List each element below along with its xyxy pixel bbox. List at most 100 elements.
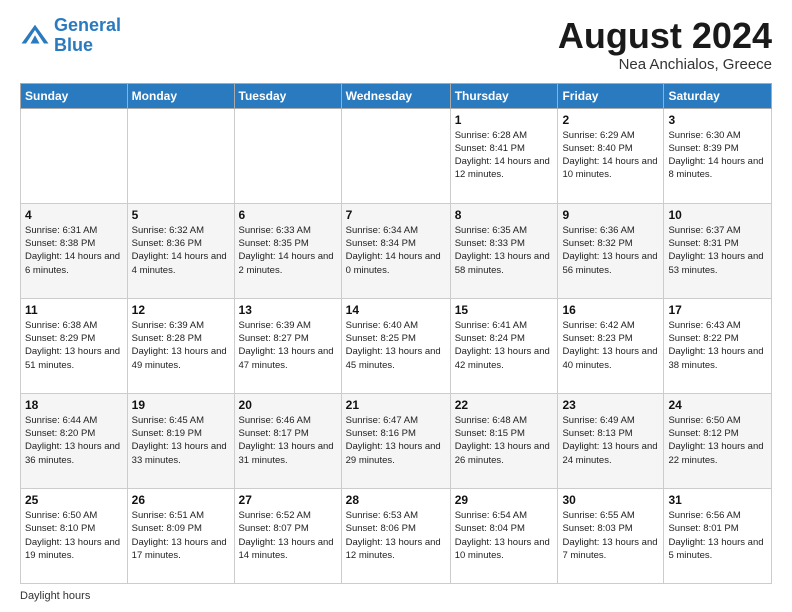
day-info: Sunrise: 6:39 AMSunset: 8:27 PMDaylight:…	[239, 319, 337, 372]
day-info: Sunrise: 6:50 AMSunset: 8:10 PMDaylight:…	[25, 509, 123, 562]
calendar-week-1: 1 Sunrise: 6:28 AMSunset: 8:41 PMDaylight…	[21, 108, 772, 203]
day-info: Sunrise: 6:36 AMSunset: 8:32 PMDaylight:…	[562, 224, 659, 277]
day-number: 16	[562, 303, 659, 317]
header: General Blue August 2024 Nea Anchialos, …	[20, 16, 772, 73]
calendar-cell: 20 Sunrise: 6:46 AMSunset: 8:17 PMDayligh…	[234, 393, 341, 488]
calendar-week-2: 4 Sunrise: 6:31 AMSunset: 8:38 PMDaylight…	[21, 203, 772, 298]
day-info: Sunrise: 6:40 AMSunset: 8:25 PMDaylight:…	[346, 319, 446, 372]
calendar-cell: 10 Sunrise: 6:37 AMSunset: 8:31 PMDayligh…	[664, 203, 772, 298]
calendar-cell: 6Sunrise: 6:33 AMSunset: 8:35 PMDaylight…	[234, 203, 341, 298]
day-number: 27	[239, 493, 337, 507]
day-number: 15	[455, 303, 554, 317]
calendar-cell: 2 Sunrise: 6:29 AMSunset: 8:40 PMDaylight…	[558, 108, 664, 203]
calendar-table: SundayMondayTuesdayWednesdayThursdayFrid…	[20, 83, 772, 584]
day-info: Sunrise: 6:35 AMSunset: 8:33 PMDaylight:…	[455, 224, 554, 277]
day-number: 21	[346, 398, 446, 412]
day-number: 20	[239, 398, 337, 412]
day-number: 12	[132, 303, 230, 317]
footer: Daylight hours	[20, 590, 772, 602]
calendar-cell: 21 Sunrise: 6:47 AMSunset: 8:16 PMDayligh…	[341, 393, 450, 488]
day-number: 22	[455, 398, 554, 412]
day-info: Sunrise: 6:34 AMSunset: 8:34 PMDaylight:…	[346, 224, 446, 277]
day-info: Sunrise: 6:31 AMSunset: 8:38 PMDaylight:…	[25, 224, 123, 277]
day-number: 4	[25, 208, 123, 222]
calendar-cell: 3 Sunrise: 6:30 AMSunset: 8:39 PMDaylight…	[664, 108, 772, 203]
day-number: 18	[25, 398, 123, 412]
calendar-cell: 14 Sunrise: 6:40 AMSunset: 8:25 PMDayligh…	[341, 298, 450, 393]
day-info: Sunrise: 6:39 AMSunset: 8:28 PMDaylight:…	[132, 319, 230, 372]
col-header-friday: Friday	[558, 83, 664, 108]
col-header-saturday: Saturday	[664, 83, 772, 108]
col-header-thursday: Thursday	[450, 83, 558, 108]
day-number: 7	[346, 208, 446, 222]
day-number: 29	[455, 493, 554, 507]
day-info: Sunrise: 6:43 AMSunset: 8:22 PMDaylight:…	[668, 319, 767, 372]
calendar-cell	[341, 108, 450, 203]
day-info: Sunrise: 6:28 AMSunset: 8:41 PMDaylight:…	[455, 129, 554, 182]
day-info: Sunrise: 6:56 AMSunset: 8:01 PMDaylight:…	[668, 509, 767, 562]
calendar-cell: 11Sunrise: 6:38 AMSunset: 8:29 PMDayligh…	[21, 298, 128, 393]
logo: General Blue	[20, 16, 121, 56]
calendar-cell	[21, 108, 128, 203]
calendar-cell: 31 Sunrise: 6:56 AMSunset: 8:01 PMDayligh…	[664, 488, 772, 583]
day-number: 24	[668, 398, 767, 412]
calendar-cell: 26Sunrise: 6:51 AMSunset: 8:09 PMDayligh…	[127, 488, 234, 583]
calendar-cell: 25Sunrise: 6:50 AMSunset: 8:10 PMDayligh…	[21, 488, 128, 583]
day-info: Sunrise: 6:53 AMSunset: 8:06 PMDaylight:…	[346, 509, 446, 562]
col-header-monday: Monday	[127, 83, 234, 108]
day-number: 28	[346, 493, 446, 507]
calendar-cell: 29 Sunrise: 6:54 AMSunset: 8:04 PMDayligh…	[450, 488, 558, 583]
day-number: 9	[562, 208, 659, 222]
day-number: 10	[668, 208, 767, 222]
day-info: Sunrise: 6:33 AMSunset: 8:35 PMDaylight:…	[239, 224, 337, 277]
calendar-cell: 1 Sunrise: 6:28 AMSunset: 8:41 PMDaylight…	[450, 108, 558, 203]
day-info: Sunrise: 6:44 AMSunset: 8:20 PMDaylight:…	[25, 414, 123, 467]
calendar-cell: 17Sunrise: 6:43 AMSunset: 8:22 PMDayligh…	[664, 298, 772, 393]
calendar-cell	[127, 108, 234, 203]
subtitle: Nea Anchialos, Greece	[558, 56, 772, 73]
day-info: Sunrise: 6:29 AMSunset: 8:40 PMDaylight:…	[562, 129, 659, 182]
day-number: 5	[132, 208, 230, 222]
calendar-week-3: 11Sunrise: 6:38 AMSunset: 8:29 PMDayligh…	[21, 298, 772, 393]
day-number: 8	[455, 208, 554, 222]
calendar-cell: 30Sunrise: 6:55 AMSunset: 8:03 PMDayligh…	[558, 488, 664, 583]
logo-text: General Blue	[54, 16, 121, 56]
day-info: Sunrise: 6:50 AMSunset: 8:12 PMDaylight:…	[668, 414, 767, 467]
day-info: Sunrise: 6:41 AMSunset: 8:24 PMDaylight:…	[455, 319, 554, 372]
logo-icon	[20, 21, 50, 51]
page: General Blue August 2024 Nea Anchialos, …	[0, 0, 792, 612]
calendar-cell: 28 Sunrise: 6:53 AMSunset: 8:06 PMDayligh…	[341, 488, 450, 583]
day-number: 3	[668, 113, 767, 127]
calendar-cell: 27Sunrise: 6:52 AMSunset: 8:07 PMDayligh…	[234, 488, 341, 583]
calendar-cell: 13Sunrise: 6:39 AMSunset: 8:27 PMDayligh…	[234, 298, 341, 393]
day-info: Sunrise: 6:42 AMSunset: 8:23 PMDaylight:…	[562, 319, 659, 372]
col-header-tuesday: Tuesday	[234, 83, 341, 108]
calendar-cell: 15 Sunrise: 6:41 AMSunset: 8:24 PMDayligh…	[450, 298, 558, 393]
day-info: Sunrise: 6:45 AMSunset: 8:19 PMDaylight:…	[132, 414, 230, 467]
day-info: Sunrise: 6:48 AMSunset: 8:15 PMDaylight:…	[455, 414, 554, 467]
calendar-cell: 19Sunrise: 6:45 AMSunset: 8:19 PMDayligh…	[127, 393, 234, 488]
day-info: Sunrise: 6:47 AMSunset: 8:16 PMDaylight:…	[346, 414, 446, 467]
day-info: Sunrise: 6:30 AMSunset: 8:39 PMDaylight:…	[668, 129, 767, 182]
calendar-week-4: 18 Sunrise: 6:44 AMSunset: 8:20 PMDayligh…	[21, 393, 772, 488]
day-info: Sunrise: 6:54 AMSunset: 8:04 PMDaylight:…	[455, 509, 554, 562]
day-info: Sunrise: 6:37 AMSunset: 8:31 PMDaylight:…	[668, 224, 767, 277]
calendar-cell: 18 Sunrise: 6:44 AMSunset: 8:20 PMDayligh…	[21, 393, 128, 488]
day-number: 30	[562, 493, 659, 507]
logo-line2: Blue	[54, 35, 93, 55]
calendar-cell: 23Sunrise: 6:49 AMSunset: 8:13 PMDayligh…	[558, 393, 664, 488]
calendar-cell	[234, 108, 341, 203]
day-number: 1	[455, 113, 554, 127]
day-number: 2	[562, 113, 659, 127]
day-info: Sunrise: 6:49 AMSunset: 8:13 PMDaylight:…	[562, 414, 659, 467]
day-number: 31	[668, 493, 767, 507]
day-info: Sunrise: 6:32 AMSunset: 8:36 PMDaylight:…	[132, 224, 230, 277]
day-number: 14	[346, 303, 446, 317]
day-info: Sunrise: 6:51 AMSunset: 8:09 PMDaylight:…	[132, 509, 230, 562]
calendar-cell: 9 Sunrise: 6:36 AMSunset: 8:32 PMDaylight…	[558, 203, 664, 298]
day-number: 11	[25, 303, 123, 317]
footer-label: Daylight hours	[20, 590, 90, 602]
logo-line1: General	[54, 15, 121, 35]
day-info: Sunrise: 6:46 AMSunset: 8:17 PMDaylight:…	[239, 414, 337, 467]
calendar-cell: 5 Sunrise: 6:32 AMSunset: 8:36 PMDaylight…	[127, 203, 234, 298]
